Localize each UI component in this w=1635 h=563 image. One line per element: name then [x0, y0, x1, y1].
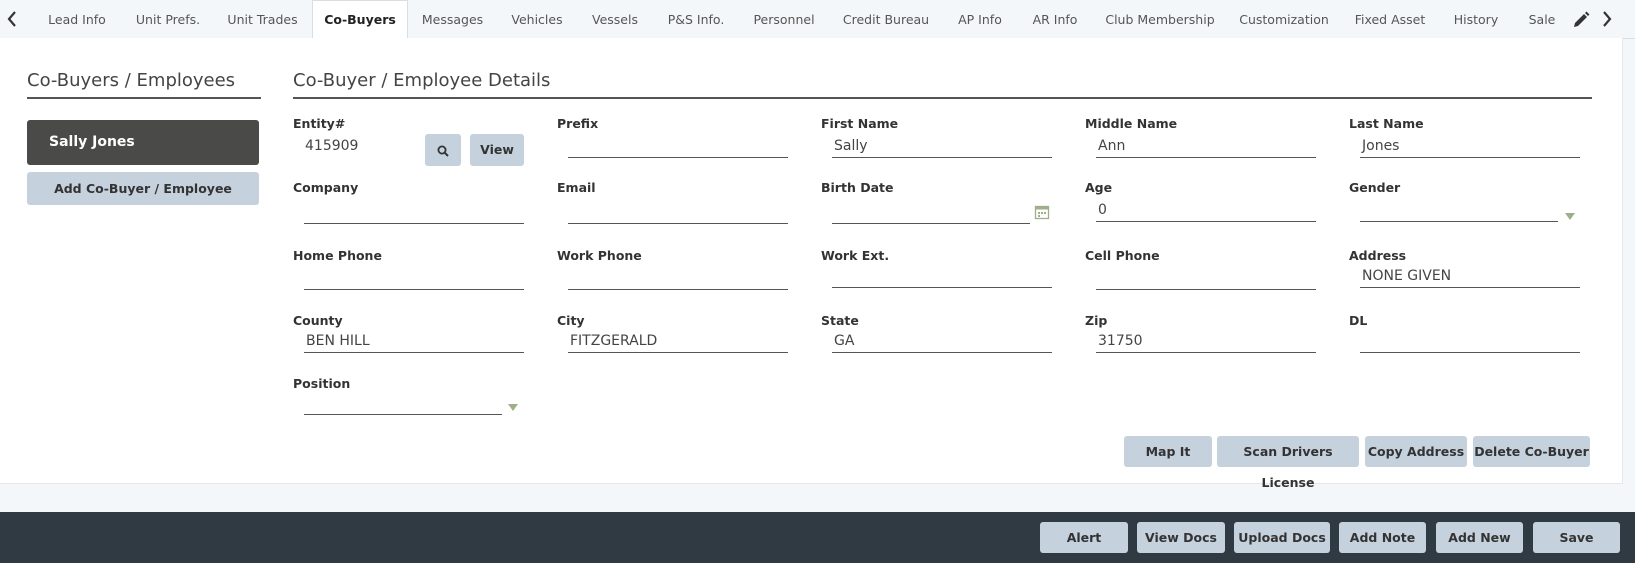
age-label: Age	[1085, 180, 1113, 195]
gender-select[interactable]	[1360, 198, 1558, 222]
calendar-icon[interactable]	[1034, 204, 1050, 220]
tab-ar-info[interactable]: AR Info	[1025, 0, 1085, 38]
city-label: City	[557, 313, 585, 328]
chevron-down-icon[interactable]	[508, 404, 518, 411]
email-input[interactable]	[568, 200, 788, 224]
co-buyers-title: Co-Buyers / Employees	[27, 70, 261, 99]
prefix-label: Prefix	[557, 116, 599, 131]
add-new-button[interactable]: Add New	[1436, 522, 1523, 553]
last-name-label: Last Name	[1349, 116, 1424, 131]
first-name-label: First Name	[821, 116, 899, 131]
entity-label: Entity#	[293, 116, 346, 131]
gender-label: Gender	[1349, 180, 1401, 195]
map-it-button[interactable]: Map It	[1124, 436, 1212, 467]
chevron-down-icon[interactable]	[1565, 213, 1575, 220]
city-input[interactable]: FITZGERALD	[568, 329, 788, 353]
copy-address-button[interactable]: Copy Address	[1365, 436, 1467, 467]
prefix-input[interactable]	[568, 134, 788, 158]
first-name-input[interactable]: Sally	[832, 134, 1052, 158]
chevron-left-icon[interactable]	[2, 9, 22, 29]
footer-bar: Alert View Docs Upload Docs Add Note Add…	[0, 512, 1635, 563]
home-phone-input[interactable]	[304, 266, 524, 290]
position-label: Position	[293, 376, 351, 391]
tab-credit-bureau[interactable]: Credit Bureau	[836, 0, 936, 38]
middle-name-label: Middle Name	[1085, 116, 1178, 131]
state-input[interactable]: GA	[832, 329, 1052, 353]
cell-phone-input[interactable]	[1096, 266, 1316, 290]
birth-date-label: Birth Date	[821, 180, 894, 195]
tab-customization[interactable]: Customization	[1235, 0, 1333, 38]
company-input[interactable]	[304, 200, 524, 224]
tab-personnel[interactable]: Personnel	[748, 0, 820, 38]
tab-messages[interactable]: Messages	[415, 0, 490, 38]
search-icon	[437, 145, 449, 157]
pencil-icon[interactable]	[1572, 11, 1590, 29]
tab-fixed-asset[interactable]: Fixed Asset	[1350, 0, 1430, 38]
cell-phone-label: Cell Phone	[1085, 248, 1160, 263]
save-button[interactable]: Save	[1533, 522, 1620, 553]
home-phone-label: Home Phone	[293, 248, 382, 263]
county-input[interactable]: BEN HILL	[304, 329, 524, 353]
county-label: County	[293, 313, 343, 328]
position-select[interactable]	[304, 391, 502, 415]
upload-docs-button[interactable]: Upload Docs	[1234, 522, 1330, 553]
tab-co-buyers[interactable]: Co-Buyers	[312, 0, 408, 38]
main-card: Co-Buyers / Employees Sally Jones Add Co…	[0, 38, 1623, 490]
details-title: Co-Buyer / Employee Details	[293, 70, 1592, 99]
email-label: Email	[557, 180, 596, 195]
dl-input[interactable]	[1360, 329, 1580, 353]
address-input[interactable]: NONE GIVEN	[1360, 264, 1580, 288]
birth-date-input[interactable]	[832, 200, 1030, 224]
work-ext-label: Work Ext.	[821, 248, 890, 263]
work-ext-input[interactable]	[832, 264, 1052, 288]
state-label: State	[821, 313, 859, 328]
company-label: Company	[293, 180, 359, 195]
tab-vessels[interactable]: Vessels	[584, 0, 646, 38]
middle-name-input[interactable]: Ann	[1096, 134, 1316, 158]
dl-label: DL	[1349, 313, 1368, 328]
age-input[interactable]: 0	[1096, 198, 1316, 222]
scan-drivers-license-button[interactable]: Scan Drivers License	[1217, 436, 1359, 490]
co-buyer-item-sally-jones[interactable]: Sally Jones	[27, 120, 259, 165]
delete-co-buyer-button[interactable]: Delete Co-Buyer	[1473, 436, 1590, 467]
tab-club-membership[interactable]: Club Membership	[1105, 0, 1215, 38]
entity-value: 415909	[305, 138, 359, 154]
tab-unit-prefs[interactable]: Unit Prefs.	[128, 0, 208, 38]
tab-unit-trades[interactable]: Unit Trades	[220, 0, 305, 38]
last-name-input[interactable]: Jones	[1360, 134, 1580, 158]
work-phone-input[interactable]	[568, 266, 788, 290]
tab-lead-info[interactable]: Lead Info	[38, 0, 116, 38]
zip-input[interactable]: 31750	[1096, 329, 1316, 353]
chevron-right-icon[interactable]	[1597, 9, 1617, 29]
tab-sale[interactable]: Sale	[1520, 0, 1564, 38]
view-entity-button[interactable]: View	[470, 134, 524, 166]
tab-ap-info[interactable]: AP Info	[950, 0, 1010, 38]
tab-history[interactable]: History	[1448, 0, 1504, 38]
tab-bar: Lead Info Unit Prefs. Unit Trades Co-Buy…	[0, 0, 1635, 39]
search-button[interactable]	[425, 134, 461, 166]
address-label: Address	[1349, 248, 1407, 263]
work-phone-label: Work Phone	[557, 248, 642, 263]
zip-label: Zip	[1085, 313, 1108, 328]
view-docs-button[interactable]: View Docs	[1137, 522, 1225, 553]
alert-button[interactable]: Alert	[1040, 522, 1128, 553]
add-co-buyer-button[interactable]: Add Co-Buyer / Employee	[27, 172, 259, 205]
add-note-button[interactable]: Add Note	[1339, 522, 1426, 553]
tab-ps-info[interactable]: P&S Info.	[660, 0, 732, 38]
tab-vehicles[interactable]: Vehicles	[502, 0, 572, 38]
